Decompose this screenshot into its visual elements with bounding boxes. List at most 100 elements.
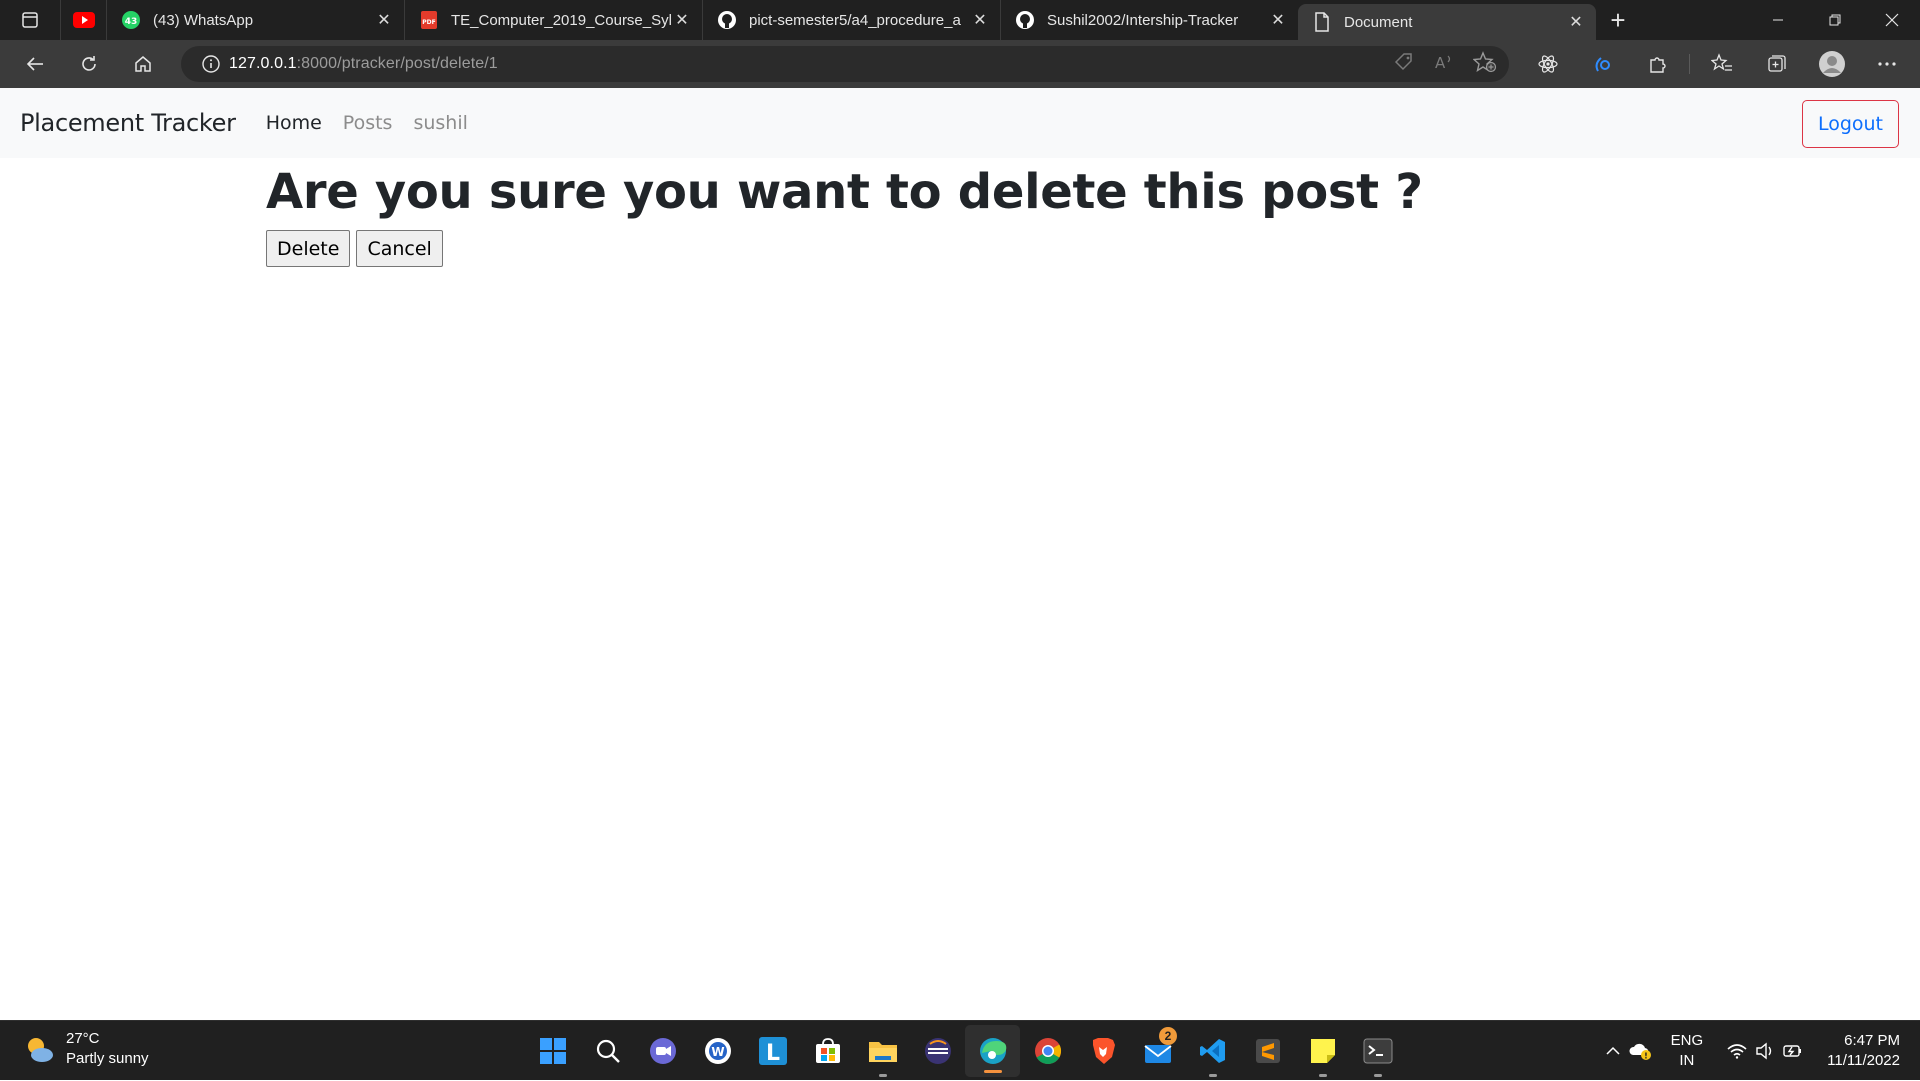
close-tab-icon[interactable]: ✕: [1268, 10, 1288, 30]
close-tab-icon[interactable]: ✕: [672, 10, 692, 30]
navbar-brand[interactable]: Placement Tracker: [20, 109, 236, 137]
onedrive-status-button[interactable]: !: [1627, 1031, 1655, 1071]
vscode-app[interactable]: [1185, 1021, 1240, 1081]
minimize-button[interactable]: [1749, 0, 1806, 40]
window-controls: [1749, 0, 1920, 40]
system-clock[interactable]: 6:47 PM 11/11/2022: [1827, 1031, 1900, 1071]
tab-title: TE_Computer_2019_Course_Sylla: [451, 11, 672, 29]
delete-button[interactable]: Delete: [266, 230, 351, 267]
tab-whatsapp[interactable]: 43 (43) WhatsApp ✕: [106, 0, 404, 40]
teams-chat-button[interactable]: [635, 1021, 690, 1081]
brave-app[interactable]: [1075, 1021, 1130, 1081]
store-icon: [815, 1038, 840, 1063]
favorites-button[interactable]: [1694, 40, 1749, 88]
windows-taskbar: 27°C Partly sunny W L 2 ! ENG IN 6:47 PM…: [0, 1020, 1920, 1080]
home-button[interactable]: [116, 40, 170, 88]
address-bar[interactable]: 127.0.0.1:8000/ptracker/post/delete/1 A: [181, 46, 1509, 82]
sublime-icon: [1255, 1039, 1280, 1063]
launcher-app[interactable]: L: [745, 1021, 800, 1081]
collections-icon: [1767, 55, 1786, 72]
wifi-button[interactable]: [1723, 1031, 1751, 1071]
cancel-button[interactable]: Cancel: [356, 230, 443, 267]
wordpad-icon: W: [704, 1038, 731, 1064]
logout-button[interactable]: Logout: [1801, 100, 1899, 148]
nav-link-posts[interactable]: Posts: [343, 112, 393, 134]
restore-button[interactable]: [1806, 0, 1863, 40]
running-indicator: [1373, 1074, 1382, 1077]
brave-lion-icon: [1092, 1038, 1115, 1064]
page-title: Are you sure you want to delete this pos…: [266, 164, 1423, 220]
onedrive-warning-icon: !: [1629, 1043, 1651, 1061]
close-tab-icon[interactable]: ✕: [1566, 12, 1586, 32]
eclipse-icon: [924, 1038, 951, 1064]
mail-app[interactable]: 2: [1130, 1021, 1185, 1081]
back-arrow-icon: [26, 57, 43, 71]
read-aloud-icon[interactable]: A: [1433, 51, 1455, 78]
nav-link-user[interactable]: sushil: [413, 112, 467, 134]
file-explorer-app[interactable]: [855, 1021, 910, 1081]
refresh-icon: [82, 56, 96, 71]
partly-sunny-icon: [28, 1038, 53, 1062]
show-hidden-icons-button[interactable]: [1599, 1031, 1627, 1071]
chrome-app[interactable]: [1020, 1021, 1075, 1081]
add-favorite-icon[interactable]: [1472, 50, 1497, 78]
start-button[interactable]: [525, 1021, 580, 1081]
input-language-indicator[interactable]: ENG IN: [1671, 1031, 1704, 1071]
sublime-text-app[interactable]: [1240, 1021, 1295, 1081]
folder-icon: [868, 1042, 897, 1062]
edge-app[interactable]: [965, 1025, 1020, 1077]
react-devtools-button[interactable]: [1520, 40, 1575, 88]
app-navbar: Placement Tracker Home Posts sushil Logo…: [0, 88, 1920, 158]
eclipse-app[interactable]: [910, 1021, 965, 1081]
close-window-button[interactable]: [1863, 0, 1920, 40]
battery-button[interactable]: [1779, 1031, 1807, 1071]
github-icon: [717, 10, 737, 30]
volume-button[interactable]: [1751, 1031, 1779, 1071]
tab-document-active[interactable]: Document ✕: [1298, 4, 1596, 40]
github-icon: [1015, 10, 1035, 30]
close-tab-icon[interactable]: ✕: [970, 10, 990, 30]
profile-button[interactable]: [1804, 40, 1859, 88]
search-button[interactable]: [580, 1021, 635, 1081]
extensions-button[interactable]: [1630, 40, 1685, 88]
speaker-icon: [1756, 1042, 1772, 1060]
new-tab-button[interactable]: +: [1596, 0, 1640, 40]
browser-extensions-toolbar: [1520, 40, 1920, 88]
puzzle-icon: [1649, 57, 1666, 73]
svg-text:A: A: [1435, 54, 1446, 72]
extension-button[interactable]: [1575, 40, 1630, 88]
tag-icon[interactable]: [1393, 51, 1415, 78]
clock-date: 11/11/2022: [1827, 1052, 1900, 1069]
favorites-list-icon: [1710, 53, 1732, 71]
whatsapp-badge: 43: [125, 17, 138, 27]
tab-github-semester5[interactable]: pict-semester5/a4_procedure_a ✕: [702, 0, 1000, 40]
search-icon: [596, 1039, 620, 1063]
tab-github-tracker[interactable]: Sushil2002/Intership-Tracker ✕: [1000, 0, 1298, 40]
settings-more-button[interactable]: [1859, 40, 1914, 88]
toolbar-divider: [1689, 54, 1690, 74]
url-text: 127.0.0.1:8000/ptracker/post/delete/1: [229, 55, 498, 73]
clock-time: 6:47 PM: [1844, 1032, 1900, 1049]
terminal-app[interactable]: [1350, 1021, 1405, 1081]
tab-youtube-pinned[interactable]: [60, 0, 106, 40]
youtube-icon: [72, 12, 95, 28]
weather-description: Partly sunny: [66, 1050, 149, 1067]
close-tab-icon[interactable]: ✕: [374, 10, 394, 30]
sticky-notes-app[interactable]: [1295, 1021, 1350, 1081]
refresh-button[interactable]: [62, 40, 116, 88]
edge-icon: [979, 1038, 1006, 1064]
collections-button[interactable]: [1749, 40, 1804, 88]
nav-link-home[interactable]: Home: [266, 112, 322, 134]
weather-widget[interactable]: 27°C Partly sunny: [24, 1029, 149, 1069]
mail-count-badge: 2: [1159, 1027, 1177, 1045]
tab-pdf-syllabus[interactable]: PDF TE_Computer_2019_Course_Sylla ✕: [404, 0, 702, 40]
site-info-icon[interactable]: [193, 46, 229, 82]
tab-actions-button[interactable]: [0, 0, 60, 40]
url-host: 127.0.0.1: [229, 55, 297, 72]
back-button[interactable]: [8, 40, 62, 88]
pdf-icon: PDF: [419, 10, 439, 30]
active-app-indicator: [983, 1070, 1002, 1073]
wordpad-app[interactable]: W: [690, 1021, 745, 1081]
microsoft-store-app[interactable]: [800, 1021, 855, 1081]
extension-logo-icon: [1595, 57, 1610, 72]
